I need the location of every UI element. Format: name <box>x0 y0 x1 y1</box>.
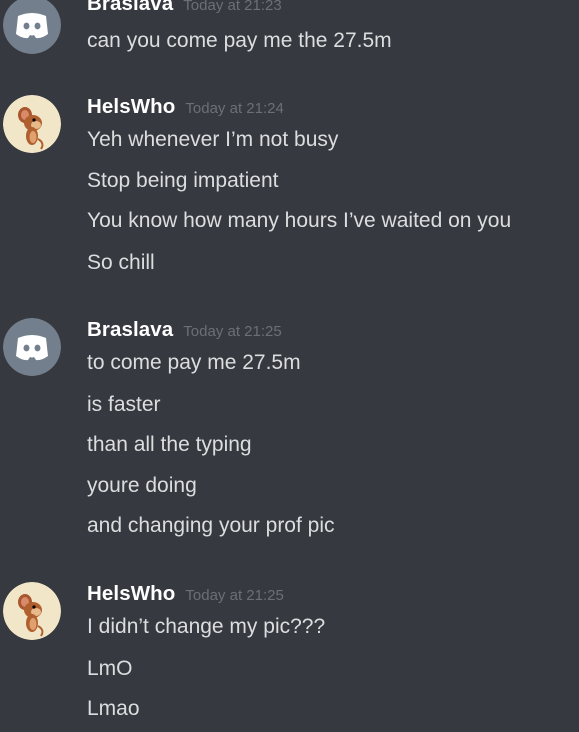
discord-avatar-icon[interactable] <box>3 0 61 54</box>
message-header: Braslava Today at 21:25 <box>87 318 282 342</box>
message-text: LmO <box>87 657 133 680</box>
timestamp: Today at 21:25 <box>183 323 282 340</box>
discord-avatar-icon[interactable] <box>3 318 61 376</box>
message-header: Braslava Today at 21:23 <box>87 0 282 16</box>
author-name[interactable]: Braslava <box>87 318 173 341</box>
author-name[interactable]: Braslava <box>87 0 173 15</box>
message-text: I didn’t change my pic??? <box>87 615 326 638</box>
message-header: HelsWho Today at 21:25 <box>87 582 284 606</box>
author-name[interactable]: HelsWho <box>87 582 175 605</box>
chat-message-list: Braslava Today at 21:23 can you come pay … <box>0 0 579 732</box>
message-text: Stop being impatient <box>87 169 279 192</box>
message-text: can you come pay me the 27.5m <box>87 29 392 52</box>
timestamp: Today at 21:23 <box>183 0 282 14</box>
message-text: youre doing <box>87 474 197 497</box>
jerry-mouse-avatar-icon[interactable] <box>3 95 61 153</box>
timestamp: Today at 21:24 <box>185 100 284 117</box>
jerry-mouse-avatar-icon[interactable] <box>3 582 61 640</box>
message-text: and changing your prof pic <box>87 514 335 537</box>
timestamp: Today at 21:25 <box>185 587 284 604</box>
message-text: Lmao <box>87 697 140 720</box>
message-text: Yeh whenever I’m not busy <box>87 128 339 151</box>
message-text: You know how many hours I’ve waited on y… <box>87 209 512 232</box>
message-text: to come pay me 27.5m <box>87 351 301 374</box>
message-header: HelsWho Today at 21:24 <box>87 95 284 119</box>
message-text: is faster <box>87 393 161 416</box>
message-text: than all the typing <box>87 433 252 456</box>
author-name[interactable]: HelsWho <box>87 95 175 118</box>
message-text: So chill <box>87 251 155 274</box>
